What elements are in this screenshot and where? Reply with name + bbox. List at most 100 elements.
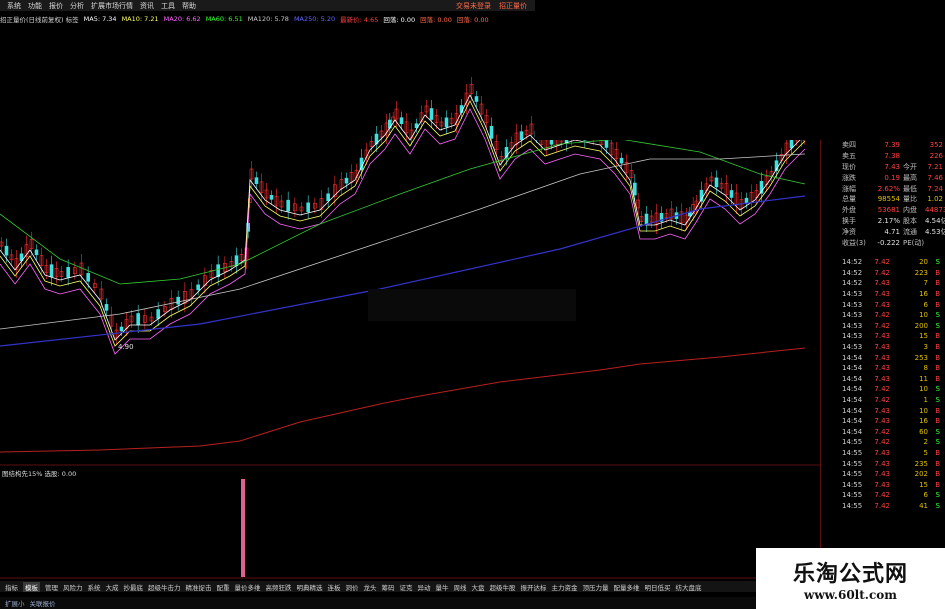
candle-body: [286, 199, 290, 212]
tab-item[interactable]: 龙头: [364, 582, 377, 592]
tab-item[interactable]: 风险力: [63, 582, 83, 592]
menu-item[interactable]: 报价: [49, 1, 63, 11]
tab-item[interactable]: 周线: [454, 582, 467, 592]
tab-item[interactable]: 筹码: [382, 582, 395, 592]
tick-cell: 11: [919, 374, 928, 383]
ma-legend-item: MA10: 7.21: [121, 15, 159, 23]
candle-body: [216, 264, 220, 277]
quote-v2: 4.54亿: [925, 216, 945, 225]
tab-item[interactable]: 量价多维: [235, 582, 261, 592]
tick-cell: 14:55: [842, 480, 863, 489]
tab-item[interactable]: 顶压力量: [583, 582, 609, 592]
quote-v2: 44873: [925, 206, 945, 215]
tick-cell: 7.42: [874, 427, 890, 436]
candle-body: [254, 177, 259, 184]
trade-login-link[interactable]: 交易未登录: [456, 1, 491, 11]
tick-cell: 14:55: [842, 501, 863, 510]
tick-cell: S: [935, 427, 940, 436]
tick-cell: 10: [919, 406, 928, 415]
quote-l: 净资: [842, 227, 856, 236]
menu-item[interactable]: 扩展市场行情: [91, 1, 133, 11]
tab-item[interactable]: 异动: [418, 582, 431, 592]
ma-legend-item: MA60: 6.51: [205, 15, 243, 23]
tick-row: 14:53 7.43 15 B: [842, 331, 945, 342]
tick-cell: 6: [923, 491, 928, 500]
tab-item[interactable]: 振开达标: [521, 582, 547, 592]
menu-item[interactable]: 系统: [7, 1, 21, 11]
quote-v: 2.17%: [877, 216, 900, 225]
tab-item[interactable]: 超级牛击力: [148, 582, 181, 592]
tick-cell: 14:54: [842, 396, 863, 405]
redacted-area: [368, 289, 576, 321]
tab-item[interactable]: 配量多维: [614, 582, 640, 592]
quote-v: 7.43: [884, 162, 900, 171]
tab-item[interactable]: 指标: [5, 582, 18, 592]
tab-item[interactable]: 连板: [328, 582, 341, 592]
tick-cell: 223: [914, 268, 928, 277]
tab-item[interactable]: 高频狂跌: [266, 582, 292, 592]
low-price-label: 4.90: [118, 343, 134, 351]
tab-item[interactable]: 量牛: [436, 582, 449, 592]
tick-cell: 15: [919, 480, 928, 489]
masked-region: [535, 0, 945, 140]
tab-item[interactable]: 系统: [88, 582, 101, 592]
menu-item[interactable]: 分析: [70, 1, 84, 11]
tab-item[interactable]: 主力资金: [552, 582, 578, 592]
candle-body: [119, 326, 124, 332]
quote-v: -0.222: [877, 238, 900, 247]
ma-legend-item: MA20: 6.62: [163, 15, 201, 23]
tab-item[interactable]: 超级牛股: [490, 582, 516, 592]
tab-item[interactable]: 配重: [217, 582, 230, 592]
tick-cell: 14:55: [842, 459, 863, 468]
tick-cell: S: [935, 311, 940, 320]
quote-v2: 352: [929, 141, 943, 150]
quote-l: 换手: [842, 216, 856, 225]
tick-row: 14:54 7.42 10 S: [842, 384, 945, 395]
tab-item[interactable]: 证克: [400, 582, 413, 592]
indicator-chart[interactable]: [0, 467, 820, 580]
tab-item[interactable]: 大盘: [472, 582, 485, 592]
quote-v2: 7.24: [927, 184, 943, 193]
status-item[interactable]: 扩展小: [5, 598, 25, 608]
menu-item[interactable]: 资讯: [140, 1, 154, 11]
tab-item[interactable]: 纺大盘底: [676, 582, 702, 592]
tab-item[interactable]: 模板: [23, 581, 40, 592]
tick-list[interactable]: 14:52 7.42 20 S 14:52 7.42 223 B 14:52 7.43 7 B 14:5…: [842, 257, 945, 511]
tick-row: 14:52 7.43 7 B: [842, 278, 945, 289]
tick-cell: B: [935, 353, 940, 362]
tick-cell: 7.43: [874, 448, 890, 457]
candle-body: [619, 157, 624, 164]
candle-body: [429, 108, 434, 120]
quote-v: 0.19: [884, 173, 900, 182]
tick-cell: 14:55: [842, 438, 863, 447]
tick-cell: 7.43: [874, 353, 890, 362]
tick-row: 14:52 7.42 20 S: [842, 257, 945, 268]
tab-item[interactable]: 管理: [45, 582, 58, 592]
tab-item[interactable]: 抄最底: [124, 582, 144, 592]
tab-item[interactable]: 明日低买: [645, 582, 671, 592]
quote-v2: 4.53亿: [925, 227, 945, 236]
tick-cell: 14:52: [842, 258, 863, 267]
tab-item[interactable]: 明典精选: [297, 582, 323, 592]
ma-legend-item: 回落: 0.00: [420, 16, 452, 24]
status-item[interactable]: 关联报价: [30, 598, 56, 608]
candle-body: [474, 96, 479, 102]
tab-item[interactable]: 洞价: [346, 582, 359, 592]
menu-item[interactable]: 工具: [161, 1, 175, 11]
quote-v: 98554: [877, 195, 900, 204]
tick-cell: 14:54: [842, 406, 863, 415]
tab-item[interactable]: 精准捉击: [186, 582, 212, 592]
tick-row: 14:55 7.42 2 S: [842, 437, 945, 448]
menu-item[interactable]: 帮助: [182, 1, 196, 11]
tick-cell: 253: [914, 353, 928, 362]
menu-item[interactable]: 功能: [28, 1, 42, 11]
quote-v: 2.62%: [877, 184, 900, 193]
brand-link[interactable]: 招正量价: [499, 1, 527, 11]
tick-cell: S: [935, 385, 940, 394]
quote-v: 4.71: [884, 227, 900, 236]
quote-l2: 内盘: [903, 206, 917, 215]
candle-body: [176, 296, 180, 305]
tick-cell: 200: [914, 321, 928, 330]
candle-body: [789, 139, 794, 149]
tab-item[interactable]: 大成: [106, 582, 119, 592]
